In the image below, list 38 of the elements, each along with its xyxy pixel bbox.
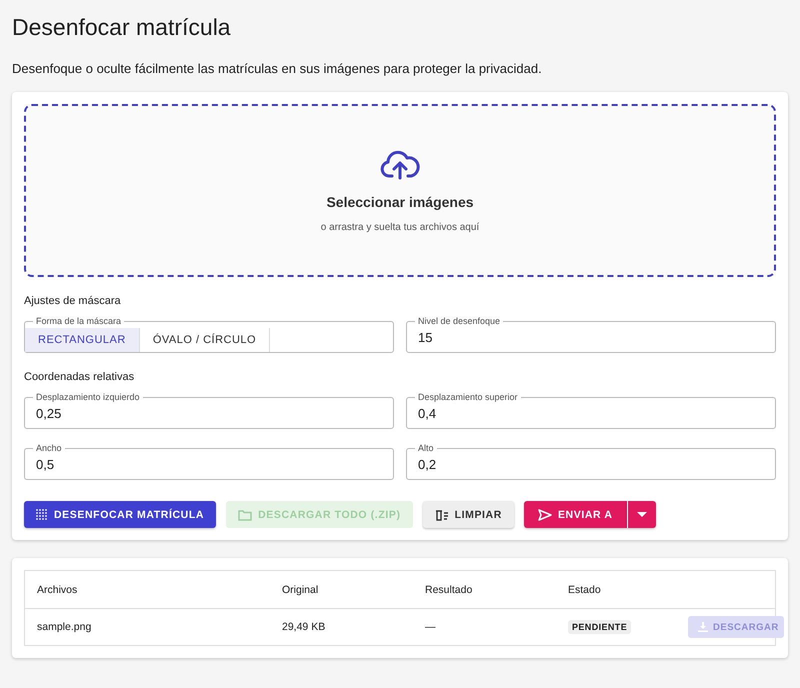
field-label: Forma de la máscara xyxy=(33,315,124,327)
dropzone-title: Seleccionar imágenes xyxy=(326,194,474,210)
section-heading: Coordenadas relativas xyxy=(24,371,136,383)
blur-button[interactable]: DESENFOCAR MATRÍCULA xyxy=(24,501,216,528)
table-cell-text: sample.png xyxy=(36,621,92,633)
caret-icon xyxy=(636,512,647,518)
field-value: 0,2 xyxy=(418,456,436,472)
table-cell-text: — xyxy=(424,621,436,633)
field-value: 0,4 xyxy=(418,406,436,420)
dropzone[interactable]: Seleccionar imágenes o arrastra y suelta tus archivos aquí xyxy=(24,104,776,277)
grid-dots-icon xyxy=(36,508,48,520)
field-label: Desplazamiento izquierdo xyxy=(33,391,143,403)
page-description: Desenfoque o oculte fácilmente las matrículas en sus imágenes para proteger la privacidad. xyxy=(12,61,543,76)
send-button[interactable]: ENVIAR A xyxy=(524,501,627,528)
folder-icon xyxy=(238,508,252,520)
column-header: Archivos xyxy=(36,584,78,596)
column-header: Resultado xyxy=(424,584,474,596)
column-header: Estado xyxy=(567,584,602,596)
field-label: Nivel de desenfoque xyxy=(415,315,504,327)
field-value: 0,5 xyxy=(36,456,54,472)
dropzone-hint: o arrastra y suelta tus archivos aquí xyxy=(320,222,480,233)
field-value: 0,25 xyxy=(36,406,62,420)
send-icon xyxy=(538,508,552,520)
table-cell-text: 29,49 KB xyxy=(281,621,326,633)
field-label: Alto xyxy=(415,442,437,454)
download-icon xyxy=(698,622,708,632)
field-value: 15 xyxy=(418,330,432,344)
column-header: Original xyxy=(281,584,320,596)
page-title: Desenfocar matrícula xyxy=(12,14,232,41)
field-label: Desplazamiento superior xyxy=(415,391,521,403)
section-heading: Ajustes de máscara xyxy=(24,295,122,307)
cloud-upload-icon xyxy=(380,148,420,180)
field-label: Ancho xyxy=(33,442,65,454)
shape-toggle[interactable]: RECTANGULAR xyxy=(25,328,140,352)
clear-list-icon xyxy=(434,508,449,520)
clear-button[interactable]: LIMPIAR xyxy=(422,501,514,528)
status-badge: PENDIENTE xyxy=(568,620,632,634)
dropdown-button[interactable] xyxy=(626,501,656,528)
